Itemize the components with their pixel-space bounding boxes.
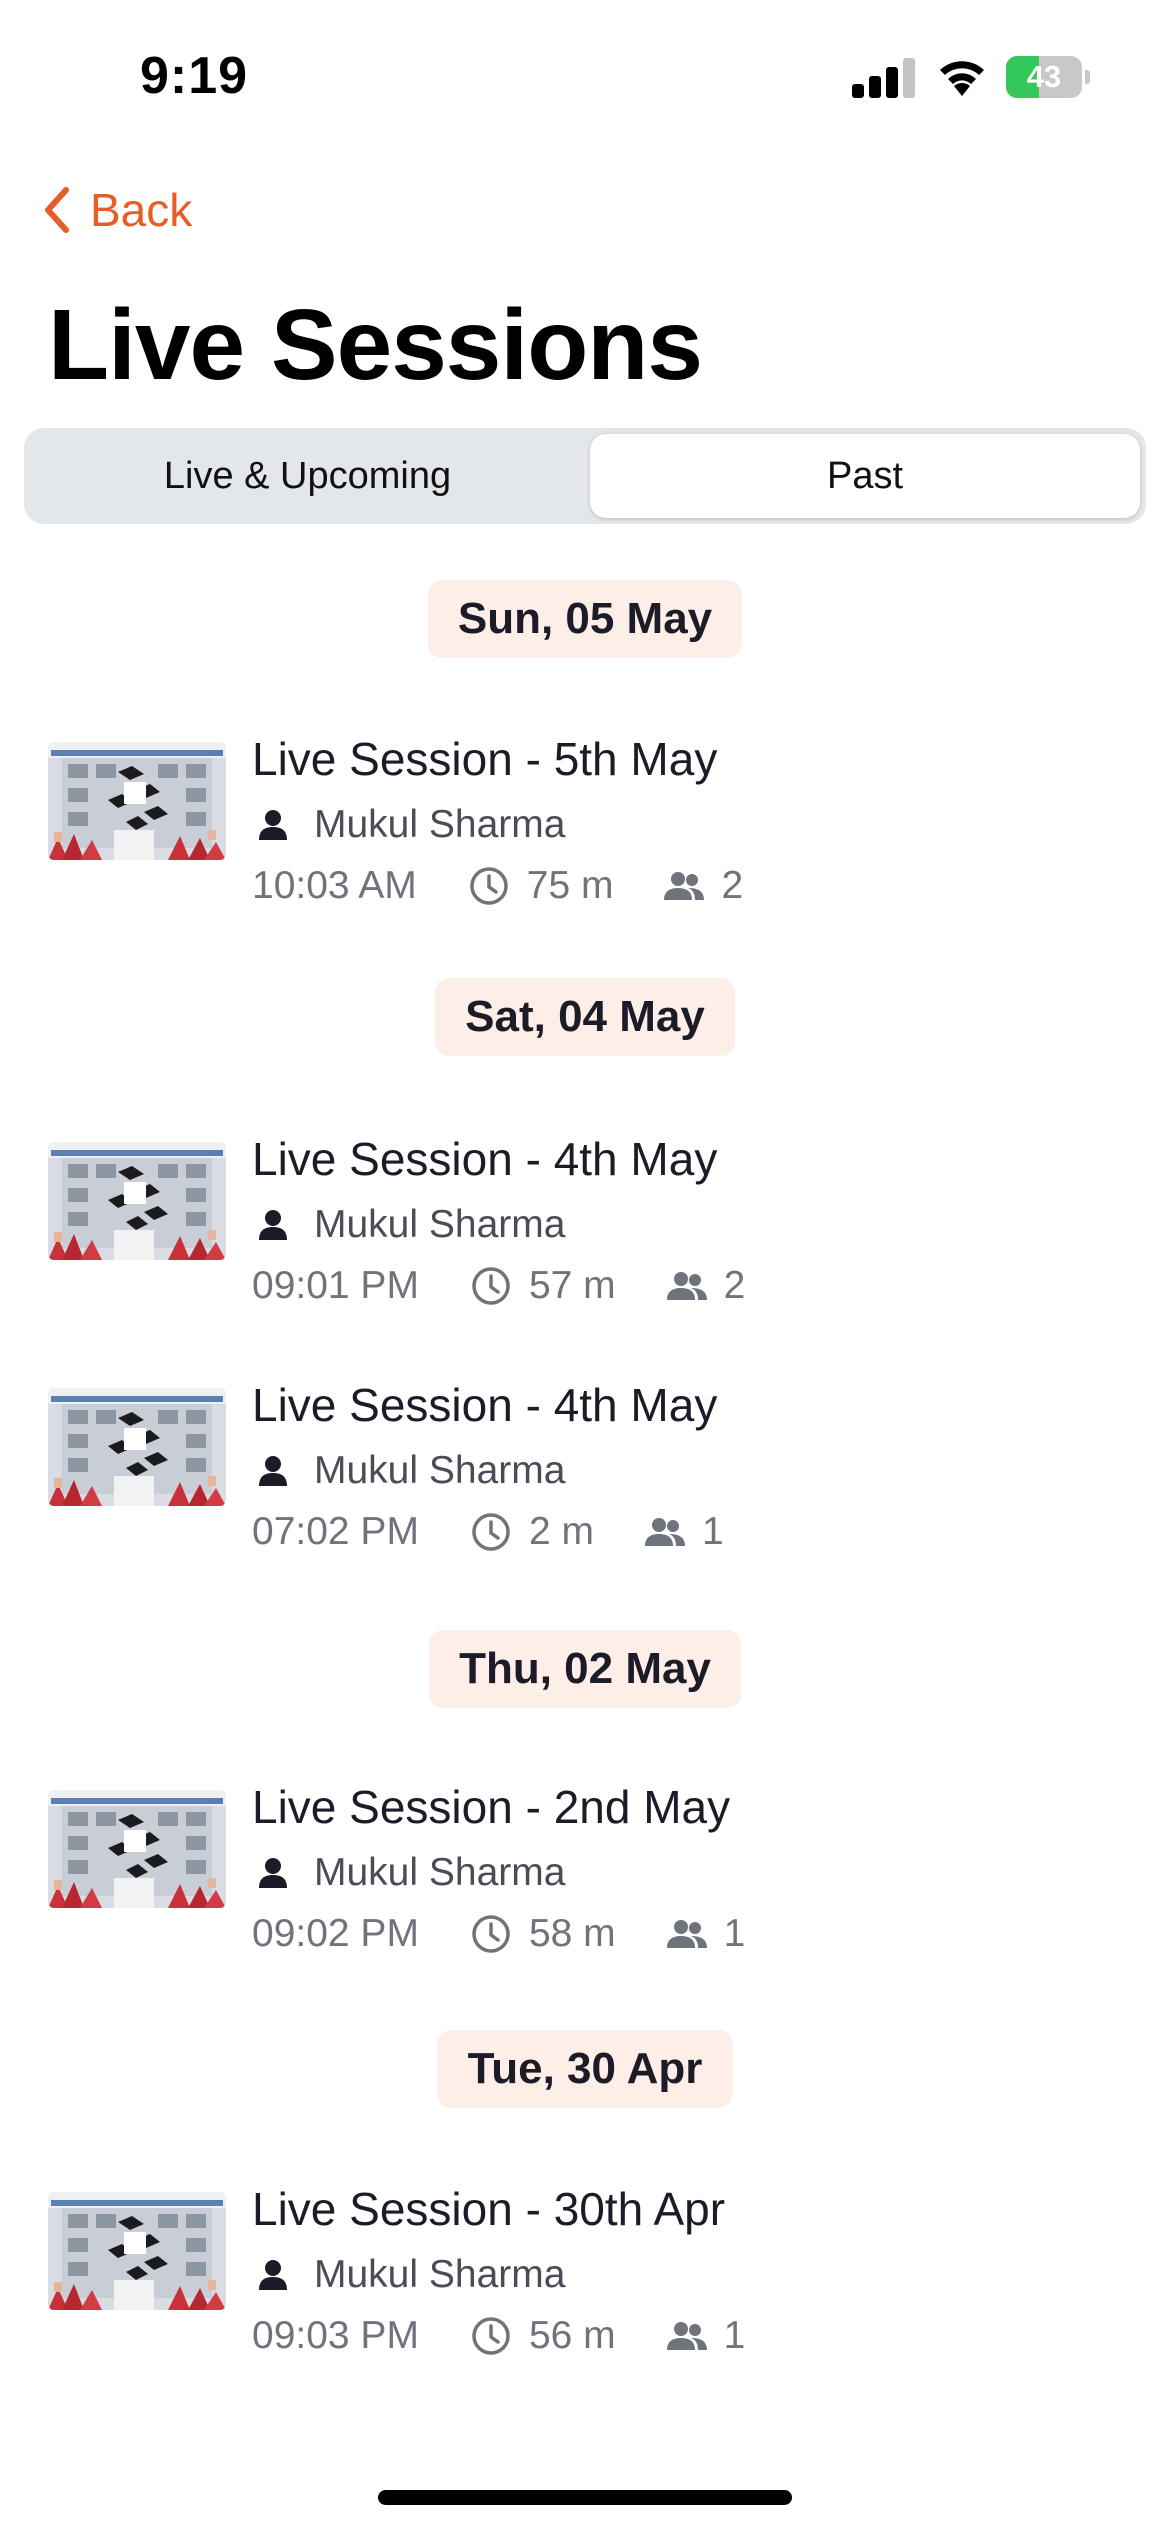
session-host: Mukul Sharma [258, 1848, 565, 1898]
attendee-count: 2 [721, 864, 744, 907]
session-thumbnail [48, 1388, 226, 1506]
cellular-signal-icon [852, 58, 916, 98]
session-time: 10:03 AM [252, 864, 417, 907]
attendees-icon [666, 2322, 707, 2350]
session-list-item[interactable]: Live Session - 2nd May Mukul Sharma 09:0… [48, 1780, 1128, 1970]
session-title: Live Session - 5th May [252, 733, 718, 785]
clock-icon [472, 1513, 510, 1551]
person-icon [259, 1858, 287, 1888]
wifi-icon [940, 61, 984, 96]
tab-live-upcoming[interactable]: Live & Upcoming [30, 434, 585, 518]
session-thumbnail [48, 2192, 226, 2310]
date-header: Tue, 30 Apr [437, 2030, 733, 2108]
status-time: 9:19 [140, 47, 249, 105]
session-thumbnail-image [48, 1790, 226, 1908]
date-header: Sun, 05 May [427, 580, 743, 658]
date-header: Sat, 04 May [435, 978, 735, 1056]
attendees-icon [664, 872, 705, 900]
chevron-left-icon [45, 187, 69, 233]
session-thumbnail [48, 742, 226, 860]
date-header: Thu, 02 May [429, 1630, 741, 1708]
session-duration: 58 m [528, 1912, 616, 1955]
session-meta: 07:02 PM 2 m 1 [252, 1506, 724, 1558]
attendee-count: 1 [723, 1912, 746, 1955]
page-title: Live Sessions [48, 289, 703, 401]
session-time: 09:02 PM [252, 1912, 419, 1955]
back-label: Back [90, 184, 193, 236]
person-icon [259, 2260, 287, 2290]
battery-level: 43 [1026, 59, 1062, 94]
session-title: Live Session - 2nd May [252, 1781, 731, 1833]
session-host: Mukul Sharma [258, 800, 565, 850]
session-host: Mukul Sharma [258, 1200, 565, 1250]
session-meta: 09:01 PM 57 m 2 [252, 1260, 745, 1312]
clock-icon [472, 1267, 510, 1305]
session-list-item[interactable]: Live Session - 4th May Mukul Sharma 07:0… [48, 1378, 1128, 1568]
session-list-item[interactable]: Live Session - 5th May Mukul Sharma 10:0… [48, 732, 1128, 922]
attendee-count: 1 [723, 2314, 746, 2357]
session-host: Mukul Sharma [258, 2250, 565, 2300]
session-filter-segmented-control: Live & Upcoming Past [24, 428, 1146, 524]
person-icon [259, 1456, 287, 1486]
session-title: Live Session - 30th Apr [252, 2183, 726, 2235]
attendees-icon [666, 1920, 707, 1948]
person-icon [259, 1210, 287, 1240]
session-thumbnail [48, 1790, 226, 1908]
session-duration: 75 m [526, 864, 614, 907]
attendee-count: 2 [723, 1264, 746, 1307]
host-name: Mukul Sharma [314, 1449, 566, 1492]
status-bar: 9:19 43 [0, 0, 1170, 150]
session-time: 07:02 PM [252, 1510, 419, 1553]
tab-past[interactable]: Past [590, 434, 1140, 518]
session-thumbnail-image [48, 1142, 226, 1260]
session-meta: 09:03 PM 56 m 1 [252, 2310, 745, 2362]
session-thumbnail [48, 1142, 226, 1260]
host-name: Mukul Sharma [314, 2253, 566, 2296]
session-title: Live Session - 4th May [252, 1379, 718, 1431]
home-indicator[interactable] [378, 2490, 792, 2505]
session-title: Live Session - 4th May [252, 1133, 718, 1185]
host-name: Mukul Sharma [314, 1203, 566, 1246]
session-meta: 10:03 AM 75 m 2 [252, 860, 743, 912]
host-name: Mukul Sharma [314, 1851, 566, 1894]
attendee-count: 1 [701, 1510, 724, 1553]
session-list-item[interactable]: Live Session - 4th May Mukul Sharma 09:0… [48, 1132, 1128, 1322]
session-duration: 56 m [528, 2314, 616, 2357]
session-thumbnail-image [48, 1388, 226, 1506]
session-meta: 09:02 PM 58 m 1 [252, 1908, 745, 1960]
back-button[interactable]: Back [40, 180, 192, 240]
session-duration: 2 m [528, 1510, 594, 1553]
session-host: Mukul Sharma [258, 1446, 565, 1496]
session-time: 09:01 PM [252, 1264, 419, 1307]
session-time: 09:03 PM [252, 2314, 419, 2357]
clock-icon [472, 2317, 510, 2355]
session-thumbnail-image [48, 742, 226, 860]
session-thumbnail-image [48, 2192, 226, 2310]
person-icon [259, 810, 287, 840]
host-name: Mukul Sharma [314, 803, 566, 846]
clock-icon [472, 1915, 510, 1953]
session-list-item[interactable]: Live Session - 30th Apr Mukul Sharma 09:… [48, 2182, 1128, 2372]
attendees-icon [666, 1272, 707, 1300]
session-duration: 57 m [528, 1264, 616, 1307]
attendees-icon [644, 1518, 685, 1546]
battery-charging-icon: 43 [1006, 56, 1090, 98]
clock-icon [470, 867, 508, 905]
